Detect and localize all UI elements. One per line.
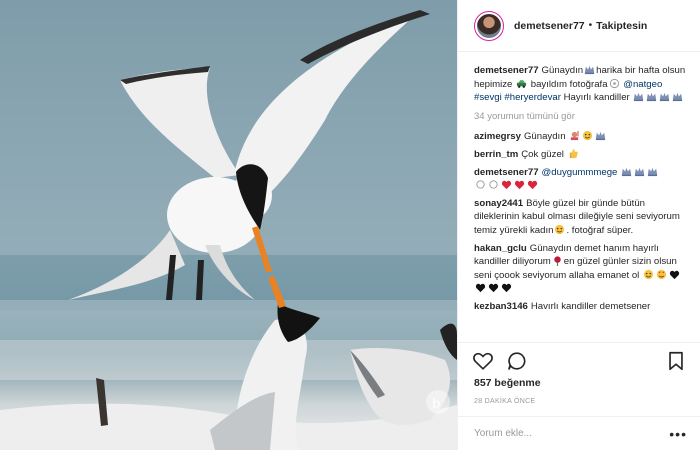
comment-username[interactable]: berrin_tm — [474, 149, 518, 160]
comment: demetsener77 @duygummmege — [474, 166, 692, 193]
car-emoji — [516, 79, 527, 88]
heart-eyes-emoji — [656, 269, 667, 279]
crown-emoji — [621, 167, 632, 176]
comment-username[interactable]: hakan_gclu — [474, 243, 527, 254]
comment: kezban3146 Havırlı kandiller demetsener — [474, 300, 651, 312]
comment-username[interactable]: demetsener77 — [474, 167, 539, 178]
post-username[interactable]: demetsener77 — [514, 20, 585, 32]
more-options-icon[interactable]: ••• — [669, 426, 687, 442]
comment-username[interactable]: azimegrsy — [474, 131, 521, 142]
black-heart-emoji — [501, 284, 512, 293]
separator-dot: • — [588, 20, 593, 31]
mention-natgeo[interactable]: @natgeo — [623, 79, 662, 90]
svg-text:b: b — [432, 395, 441, 411]
tern-birds-illustration: b — [0, 10, 457, 450]
crown-emoji — [634, 167, 645, 176]
heart-emoji — [514, 180, 525, 190]
rose-emoji — [554, 256, 561, 267]
caption-username[interactable]: demetsener77 — [474, 65, 539, 76]
follow-status[interactable]: Takiptesin — [596, 20, 647, 32]
black-heart-emoji — [669, 270, 680, 279]
bookmark-icon[interactable] — [665, 350, 687, 372]
comment-username[interactable]: kezban3146 — [474, 301, 528, 312]
add-comment-input[interactable]: Yorum ekle... — [474, 428, 532, 439]
black-heart-emoji — [475, 284, 486, 293]
crown-emoji — [647, 93, 657, 102]
comment: sonay2441 Böyle güzel bir günde bütün dil… — [474, 197, 680, 236]
comment: berrin_tm Çok güzel — [474, 148, 692, 162]
thumbs-up-emoji — [569, 148, 578, 159]
smile-emoji — [583, 131, 593, 141]
crown-emoji — [634, 93, 644, 102]
crown-emoji — [585, 65, 595, 75]
comments-list: demetsener77 Günaydın harika bir hafta ols… — [474, 64, 692, 318]
avatar[interactable] — [474, 10, 504, 41]
post-timestamp: 28 DAKİKA ÖNCE — [474, 398, 536, 405]
crown-emoji — [596, 132, 606, 141]
raising-hand-emoji — [571, 131, 579, 141]
likes-count[interactable]: 857 beğenme — [474, 377, 541, 389]
crown-emoji — [673, 93, 683, 102]
comment-username[interactable]: sonay2441 — [474, 198, 523, 209]
flower-emoji — [476, 180, 485, 189]
crown-emoji — [660, 93, 670, 102]
flower-emoji — [609, 78, 619, 88]
caption: demetsener77 Günaydın harika bir hafta ols… — [474, 65, 686, 104]
mention-duygummmege[interactable]: @duygummmege — [542, 167, 618, 178]
crown-emoji — [647, 167, 658, 176]
comment: azimegrsy Günaydın — [474, 130, 692, 144]
flower-emoji — [489, 180, 498, 189]
heart-emoji — [527, 180, 538, 190]
post-photo: b — [0, 0, 457, 450]
smile-emoji — [555, 224, 565, 235]
smile-emoji — [643, 269, 654, 279]
post-header: demetsener77 • Takiptesin — [458, 0, 700, 52]
add-comment-bar: Yorum ekle... ••• — [458, 416, 700, 450]
heart-icon[interactable] — [472, 350, 494, 372]
heart-emoji — [501, 180, 512, 190]
comment: hakan_gclu Günaydın demet hanım hayırlı k… — [474, 242, 692, 296]
post-side-panel: demetsener77 • Takiptesin demetsener77 Gü… — [457, 0, 700, 450]
post-actions-bar — [458, 342, 700, 378]
black-heart-emoji — [488, 284, 499, 293]
hashtag-sevgi[interactable]: #sevgi — [474, 92, 502, 103]
comment-icon[interactable] — [506, 350, 528, 372]
hashtag-heryerdevar[interactable]: #heryerdevar — [504, 92, 561, 103]
view-all-comments-link[interactable]: 34 yorumun tümünü gör — [474, 110, 692, 124]
